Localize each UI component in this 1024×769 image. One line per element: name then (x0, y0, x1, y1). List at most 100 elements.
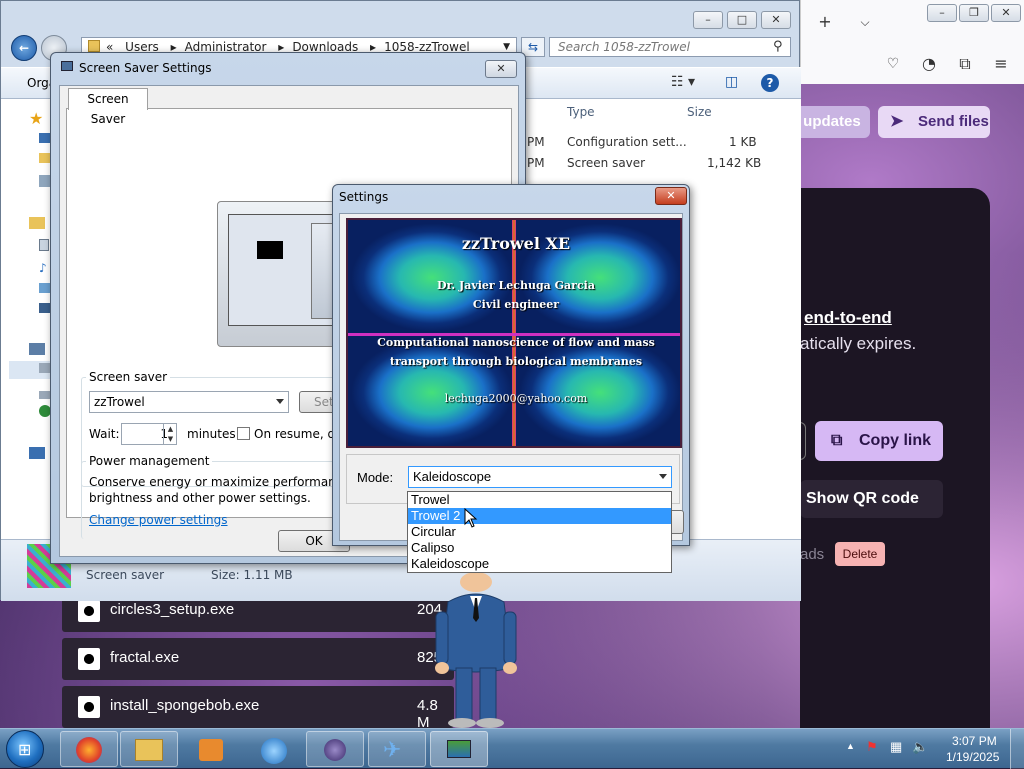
network-icon[interactable]: ▦ (890, 739, 902, 755)
taskbar-firefox[interactable] (60, 731, 118, 767)
media-player-icon (199, 739, 223, 761)
taskbar-virus-app[interactable] (306, 731, 364, 767)
power-group-label: Power management (86, 454, 213, 468)
details-type: Screen saver (86, 568, 165, 582)
extensions-icon[interactable]: ⧉ (953, 52, 977, 76)
exe-file-icon (78, 696, 100, 718)
mode-select[interactable]: Kaleidoscope (408, 466, 672, 488)
music-icon[interactable]: ♪ (39, 261, 47, 275)
on-resume-checkbox[interactable] (237, 427, 250, 440)
download-row[interactable]: install_spongebob.exe 4.8 M (62, 686, 454, 731)
mode-label: Mode: (357, 470, 394, 485)
file-row-size[interactable]: 1 KB (729, 135, 757, 149)
app-icon (261, 738, 287, 764)
tab-screen-saver[interactable]: Screen Saver (68, 88, 148, 126)
minimize-button[interactable]: – (927, 4, 957, 22)
download-row[interactable]: fractal.exe 825.6 (62, 638, 455, 680)
file-row-size[interactable]: 1,142 KB (707, 156, 761, 170)
help-icon[interactable]: ? (761, 74, 779, 92)
clock-time[interactable]: 3:07 PM (952, 734, 997, 748)
new-tab-icon[interactable]: + (813, 10, 837, 34)
menu-icon[interactable]: ≡ (989, 52, 1013, 76)
explorer-maximize-button[interactable]: □ (727, 11, 757, 29)
change-power-settings-link[interactable]: Change power settings (89, 513, 228, 527)
wait-spinner[interactable]: ▲ ▼ (163, 424, 177, 444)
close-button[interactable]: ✕ (991, 4, 1021, 22)
pocket-icon[interactable]: ♡ (881, 52, 905, 76)
exe-file-icon (78, 648, 100, 670)
screensaver-select[interactable]: zzTrowel (89, 391, 289, 413)
power-text-line1: Conserve energy or maximize performance … (89, 475, 369, 489)
mode-option-trowel-2[interactable]: Trowel 2 (408, 508, 671, 524)
action-center-icon[interactable]: ⚑ (866, 739, 878, 755)
taskbar-media-player[interactable] (182, 731, 240, 767)
explorer-close-button[interactable]: ✕ (761, 11, 791, 29)
tab-list-chevron-icon[interactable]: ⌵ (853, 10, 877, 34)
firefox-icon (76, 737, 102, 763)
kaleido-author: Dr. Javier Lechuga Garcia (437, 279, 595, 292)
explorer-minimize-button[interactable]: – (693, 11, 723, 29)
kaleido-desc-line1: Computational nanoscience of flow and ma… (377, 336, 655, 349)
view-options-icon[interactable]: ☷ ▾ (671, 74, 695, 90)
kaleido-role: Civil engineer (472, 298, 560, 311)
search-icon[interactable]: ⚲ (773, 39, 783, 54)
download-name: circles3_setup.exe (110, 601, 235, 618)
screensaver-group-label: Screen saver (86, 370, 171, 384)
clock-date[interactable]: 1/19/2025 (946, 750, 999, 764)
power-text-line2: brightness and other power settings. (89, 491, 311, 505)
mode-option-trowel[interactable]: Trowel (408, 492, 671, 508)
desktop-agent-character[interactable] (434, 572, 518, 728)
file-row-time[interactable]: PM (527, 135, 545, 149)
send-panel: end-to-end atically expires. ⧉ Copy link… (800, 188, 990, 728)
mode-dropdown-list: Trowel Trowel 2 Circular Calipso Kaleido… (407, 491, 672, 573)
show-desktop-button[interactable] (1010, 729, 1024, 769)
file-row-time[interactable]: PM (527, 156, 545, 170)
kaleidoscope-preview: zzTrowel XE Dr. Javier Lechuga Garcia Ci… (346, 218, 682, 448)
folder-icon (135, 739, 163, 761)
settings-close-button[interactable]: ✕ (655, 187, 687, 205)
send-icon: ➤ (890, 113, 904, 130)
mode-option-kaleidoscope[interactable]: Kaleidoscope (408, 556, 671, 572)
network-icon[interactable] (29, 447, 45, 459)
browser-toolbar: – ❐ ✕ + ⌵ ♡ ◔ ⧉ ≡ (800, 0, 1024, 84)
minutes-label: minutes (187, 427, 236, 441)
mode-option-calipso[interactable]: Calipso (408, 540, 671, 556)
search-input[interactable]: Search 1058-zzTrowel (549, 37, 791, 57)
chevron-down-icon (276, 399, 284, 404)
folder-icon (88, 40, 100, 52)
computer-icon[interactable] (29, 343, 45, 355)
tray-expand-icon[interactable]: ▲ (846, 741, 855, 751)
account-icon[interactable]: ◔ (917, 52, 941, 76)
details-size: Size: 1.11 MB (211, 568, 293, 582)
end-to-end-link[interactable]: end-to-end (804, 308, 892, 328)
windows-logo-icon: ⊞ (18, 740, 32, 759)
screensaver-select-value: zzTrowel (94, 395, 145, 409)
preview-pane-icon[interactable]: ◫ (725, 74, 738, 90)
file-row-type[interactable]: Screen saver (567, 156, 645, 170)
file-row-type[interactable]: Configuration sett... (567, 135, 687, 149)
favorites-star-icon[interactable]: ★ (29, 109, 43, 128)
restore-button[interactable]: ❐ (959, 4, 989, 22)
column-header-size[interactable]: Size (687, 105, 712, 119)
start-button[interactable]: ⊞ (6, 730, 44, 768)
taskbar-app[interactable] (244, 731, 302, 767)
taskbar-display-settings[interactable] (430, 731, 488, 767)
volume-icon[interactable]: 🔈 (912, 739, 928, 755)
wait-label: Wait: (89, 427, 120, 441)
kaleido-email: lechuga2000@yahoo.com (444, 392, 588, 405)
monitor-icon (61, 61, 73, 71)
taskbar: ⊞ ✈ ▲ ⚑ ▦ 🔈 3:07 PM 1/19/2025 (0, 728, 1024, 769)
back-arrow-icon[interactable]: ← (11, 35, 37, 61)
dialog-close-button[interactable]: ✕ (485, 60, 517, 78)
copy-link-button[interactable]: ⧉ Copy link (815, 421, 943, 461)
show-qr-button[interactable]: Show QR code (800, 480, 943, 518)
taskbar-explorer[interactable] (120, 731, 178, 767)
send-files-button[interactable]: ➤ Send files (878, 106, 990, 138)
taskbar-agent[interactable]: ✈ (368, 731, 426, 767)
column-header-type[interactable]: Type (567, 105, 595, 119)
documents-icon[interactable] (39, 239, 49, 251)
mouse-cursor-icon (464, 508, 478, 528)
libraries-icon[interactable] (29, 217, 45, 229)
mode-option-circular[interactable]: Circular (408, 524, 671, 540)
delete-button[interactable]: Delete (835, 542, 885, 566)
